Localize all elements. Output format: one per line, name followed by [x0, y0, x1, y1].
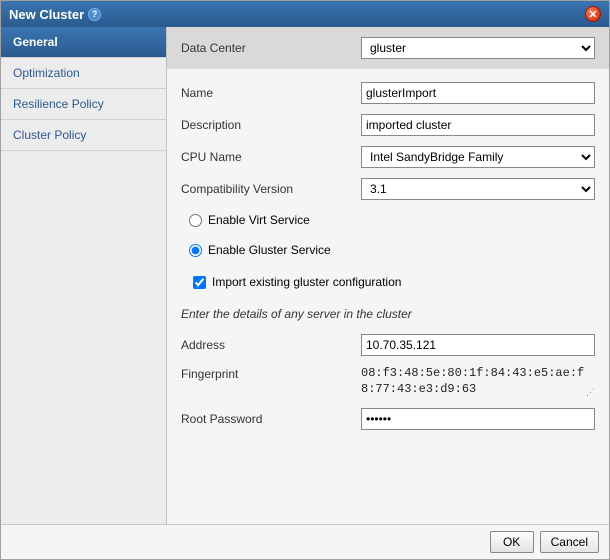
label-address: Address: [179, 338, 361, 352]
tab-resilience-policy[interactable]: Resilience Policy: [1, 89, 166, 120]
label-enable-virt: Enable Virt Service: [208, 213, 310, 227]
dialog-title: New Cluster: [9, 7, 84, 22]
new-cluster-dialog: New Cluster ? ✕ General Optimization Res…: [0, 0, 610, 560]
radio-enable-virt[interactable]: [189, 214, 202, 227]
label-import-existing: Import existing gluster configuration: [212, 275, 401, 289]
tab-optimization[interactable]: Optimization: [1, 58, 166, 89]
tab-label: Resilience Policy: [13, 97, 104, 111]
row-cpu-name: CPU Name Intel SandyBridge Family: [179, 145, 595, 169]
label-description: Description: [179, 118, 361, 132]
input-root-password[interactable]: [361, 408, 595, 430]
row-compat-version: Compatibility Version 3.1: [179, 177, 595, 201]
row-name: Name: [179, 81, 595, 105]
row-root-password: Root Password: [179, 407, 595, 431]
tab-label: Cluster Policy: [13, 128, 86, 142]
tab-label: Optimization: [13, 66, 80, 80]
tab-cluster-policy[interactable]: Cluster Policy: [1, 120, 166, 151]
label-data-center: Data Center: [179, 41, 361, 55]
tab-general[interactable]: General: [1, 27, 166, 58]
radio-enable-gluster[interactable]: [189, 244, 202, 257]
input-address[interactable]: [361, 334, 595, 356]
row-fingerprint: Fingerprint 08:f3:48:5e:80:1f:84:43:e5:a…: [179, 365, 595, 397]
row-enable-virt: Enable Virt Service: [179, 209, 595, 231]
checkbox-import-existing[interactable]: [193, 276, 206, 289]
value-fingerprint: 08:f3:48:5e:80:1f:84:43:e5:ae:f8:77:43:e…: [361, 365, 595, 397]
fingerprint-text: 08:f3:48:5e:80:1f:84:43:e5:ae:f8:77:43:e…: [361, 366, 584, 396]
input-description[interactable]: [361, 114, 595, 136]
titlebar: New Cluster ? ✕: [1, 1, 609, 27]
dialog-footer: OK Cancel: [1, 524, 609, 559]
label-fingerprint: Fingerprint: [179, 365, 361, 381]
tab-label: General: [13, 35, 58, 49]
label-cpu-name: CPU Name: [179, 150, 361, 164]
input-name[interactable]: [361, 82, 595, 104]
row-enable-gluster: Enable Gluster Service: [179, 239, 595, 261]
hint-text: Enter the details of any server in the c…: [181, 307, 595, 321]
row-data-center: Data Center gluster: [167, 27, 609, 69]
label-compat-version: Compatibility Version: [179, 182, 361, 196]
row-import-existing: Import existing gluster configuration: [179, 271, 595, 293]
panel-general: Data Center gluster Name Description CPU…: [167, 27, 609, 524]
select-compat-version[interactable]: 3.1: [361, 178, 595, 200]
sidebar: General Optimization Resilience Policy C…: [1, 27, 167, 524]
label-root-password: Root Password: [179, 412, 361, 426]
row-description: Description: [179, 113, 595, 137]
row-address: Address: [179, 333, 595, 357]
label-name: Name: [179, 86, 361, 100]
select-data-center[interactable]: gluster: [361, 37, 595, 59]
resize-grip-icon[interactable]: ⋰: [586, 387, 595, 399]
close-icon[interactable]: ✕: [585, 6, 601, 22]
ok-button[interactable]: OK: [490, 531, 534, 553]
label-enable-gluster: Enable Gluster Service: [208, 243, 331, 257]
dialog-body: General Optimization Resilience Policy C…: [1, 27, 609, 524]
cancel-button[interactable]: Cancel: [540, 531, 599, 553]
help-icon[interactable]: ?: [88, 8, 101, 21]
select-cpu-name[interactable]: Intel SandyBridge Family: [361, 146, 595, 168]
